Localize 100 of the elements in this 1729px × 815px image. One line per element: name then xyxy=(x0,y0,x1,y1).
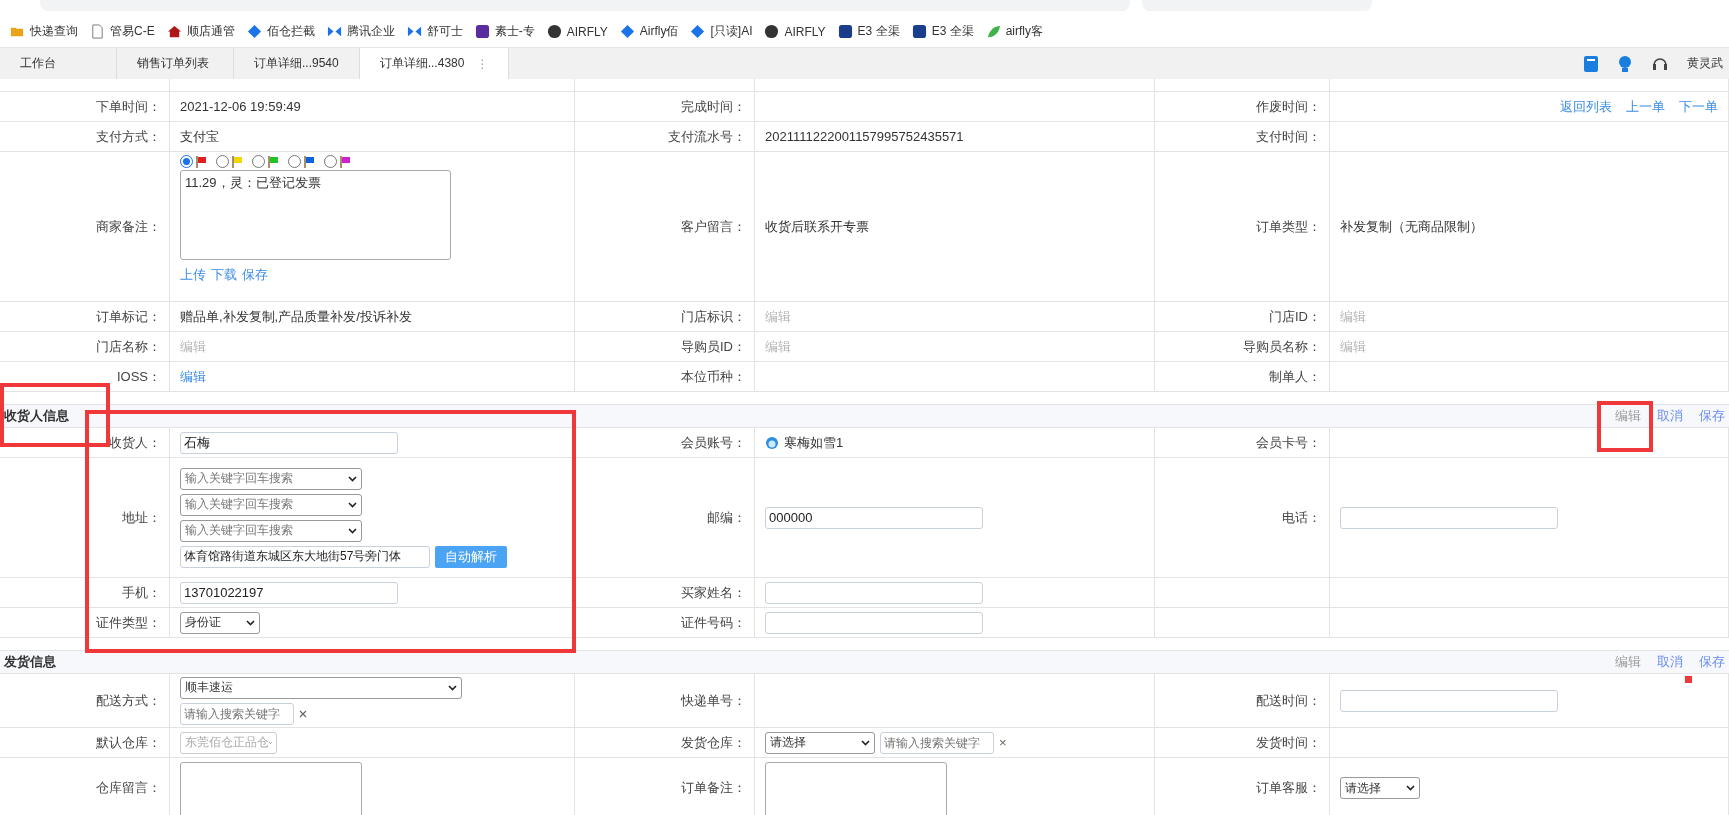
field-label: 订单备注： xyxy=(681,779,746,797)
field-label: 配送方式： xyxy=(96,691,161,710)
square-icon xyxy=(911,24,927,39)
field-label: 作废时间： xyxy=(1256,97,1321,116)
field-value: 支付宝 xyxy=(180,127,220,146)
field-label: 手机： xyxy=(122,583,161,602)
select-field[interactable]: 身份证 xyxy=(180,611,260,634)
field-label: 制单人： xyxy=(1269,367,1321,386)
field-label: 配送时间： xyxy=(1256,691,1321,710)
bookmark[interactable]: AIRFLY xyxy=(764,24,826,39)
field-value: 2021-12-06 19:59:49 xyxy=(180,99,302,114)
page-icon xyxy=(90,24,105,39)
avatar-icon xyxy=(765,435,779,450)
text-field[interactable]: 000000 xyxy=(765,506,983,529)
field-label: 买家姓名： xyxy=(681,583,746,602)
field-label: 导购员名称： xyxy=(1243,337,1321,356)
diamond-icon xyxy=(246,24,262,39)
field-value: 收货后联系开专票 xyxy=(765,217,870,236)
bookmark[interactable]: [只读]AI xyxy=(690,23,753,40)
select-field[interactable]: 请选择 xyxy=(765,731,875,754)
page-tab[interactable]: 销售订单列表 xyxy=(117,48,234,79)
bookmark[interactable]: 腾讯企业 xyxy=(326,23,395,40)
field-label: 支付时间： xyxy=(1256,127,1321,146)
nav-link[interactable]: 下一单 xyxy=(1679,97,1718,116)
circle-icon xyxy=(546,24,562,39)
field-label: 完成时间： xyxy=(681,97,746,116)
text-field[interactable]: 石梅 xyxy=(180,431,398,454)
section-title: 发货信息 xyxy=(4,653,56,671)
nav-link[interactable]: 上一单 xyxy=(1626,97,1665,116)
text-field[interactable]: 13701022197 xyxy=(180,581,398,604)
square-icon xyxy=(474,24,490,39)
field-label: 会员卡号： xyxy=(1256,433,1321,452)
remark-action-link[interactable]: 下载 xyxy=(211,266,237,284)
edit-link[interactable]: 编辑 xyxy=(180,367,564,386)
nav-link[interactable]: 返回列表 xyxy=(1560,97,1612,116)
field-value: 2021111222001157995752435571 xyxy=(765,129,965,144)
caret-icon xyxy=(348,501,357,508)
field-label: 门店标识： xyxy=(681,307,746,326)
text-area[interactable] xyxy=(765,762,947,815)
circle-icon xyxy=(764,24,780,39)
region-select[interactable]: 输入关键字回车搜索 xyxy=(180,519,362,542)
page-tab[interactable]: 工作台 xyxy=(0,48,117,79)
field-label: 支付方式： xyxy=(96,127,161,146)
field-label: 本位币种： xyxy=(681,367,746,386)
field-label: 订单客服： xyxy=(1256,779,1321,797)
bookmark[interactable]: airfly客 xyxy=(985,23,1043,40)
field-label: 证件类型： xyxy=(96,613,161,632)
bowtie-icon xyxy=(406,24,422,39)
bookmark[interactable]: 素士-专 xyxy=(474,23,535,40)
field-value: 赠品单,补发复制,产品质量补发/投诉补发 xyxy=(180,307,413,326)
notebook-icon[interactable] xyxy=(1583,54,1599,73)
text-field[interactable] xyxy=(1340,506,1558,529)
bookmark[interactable]: E3 全渠 xyxy=(911,23,974,40)
field-value: 补发复制（无商品限制） xyxy=(1340,217,1484,236)
search-field[interactable]: 请输入搜索关键字 xyxy=(880,731,994,754)
field-label: 证件号码： xyxy=(681,613,746,632)
select-field[interactable]: 顺丰速运 xyxy=(180,676,462,699)
field-label: 发货时间： xyxy=(1256,733,1321,752)
field-label: 客户留言： xyxy=(681,217,746,236)
field-label: 支付流水号： xyxy=(668,127,746,146)
remark-action-link[interactable]: 保存 xyxy=(242,266,268,284)
field-label: 默认仓库： xyxy=(96,733,161,752)
member-account: 寒梅如雪1 xyxy=(784,433,844,452)
bookmark[interactable]: 顺店通管 xyxy=(166,23,235,40)
remark-field[interactable]: 11.29，灵：已登记发票 xyxy=(180,170,451,260)
field-label: 下单时间： xyxy=(96,97,161,116)
bookmark[interactable]: E3 全渠 xyxy=(837,23,900,40)
close-icon[interactable] xyxy=(299,709,307,718)
text-field[interactable] xyxy=(765,581,983,604)
page-tab[interactable]: 订单详细...9540 xyxy=(234,48,360,79)
select-field[interactable]: 请选择 xyxy=(1340,777,1420,799)
bookmark[interactable]: 快递查询 xyxy=(10,23,78,40)
lightbulb-icon[interactable] xyxy=(1617,54,1633,73)
field-label: 订单类型： xyxy=(1256,217,1321,236)
text-area[interactable] xyxy=(180,762,362,815)
bookmark[interactable]: 佰仓拦截 xyxy=(246,23,315,40)
caret-icon xyxy=(348,527,357,534)
bookmark[interactable]: Airfly佰 xyxy=(619,23,679,40)
field-label: 发货仓库： xyxy=(681,733,746,752)
field-label: 快递单号： xyxy=(681,691,746,710)
field-label: 电话： xyxy=(1282,508,1321,527)
caret-icon xyxy=(448,684,457,691)
page-tab[interactable]: 订单详细...4380 ⋮ xyxy=(359,48,510,79)
bookmark[interactable]: 管易C-E xyxy=(90,23,155,40)
address-field[interactable]: 体育馆路街道东城区东大地街57号旁门体 xyxy=(180,545,430,568)
text-field[interactable] xyxy=(765,611,983,634)
search-field[interactable]: 请输入搜索关键字 xyxy=(180,702,294,725)
region-select[interactable]: 输入关键字回车搜索 xyxy=(180,467,362,490)
user-name[interactable]: 黄灵武 xyxy=(1687,55,1723,72)
region-select[interactable]: 输入关键字回车搜索 xyxy=(180,493,362,516)
bookmark[interactable]: AIRFLY xyxy=(546,24,608,39)
text-field[interactable] xyxy=(1340,689,1558,712)
field-label: 收货人： xyxy=(109,433,161,452)
field-label: 门店名称： xyxy=(96,337,161,356)
field-label: 仓库留言： xyxy=(96,779,161,797)
bookmark[interactable]: 舒可士 xyxy=(406,23,463,40)
remark-action-link[interactable]: 上传 xyxy=(180,266,206,284)
clear-button[interactable]: × xyxy=(999,735,1007,750)
field-label: 导购员ID： xyxy=(681,337,746,356)
diamond-icon xyxy=(690,24,706,39)
